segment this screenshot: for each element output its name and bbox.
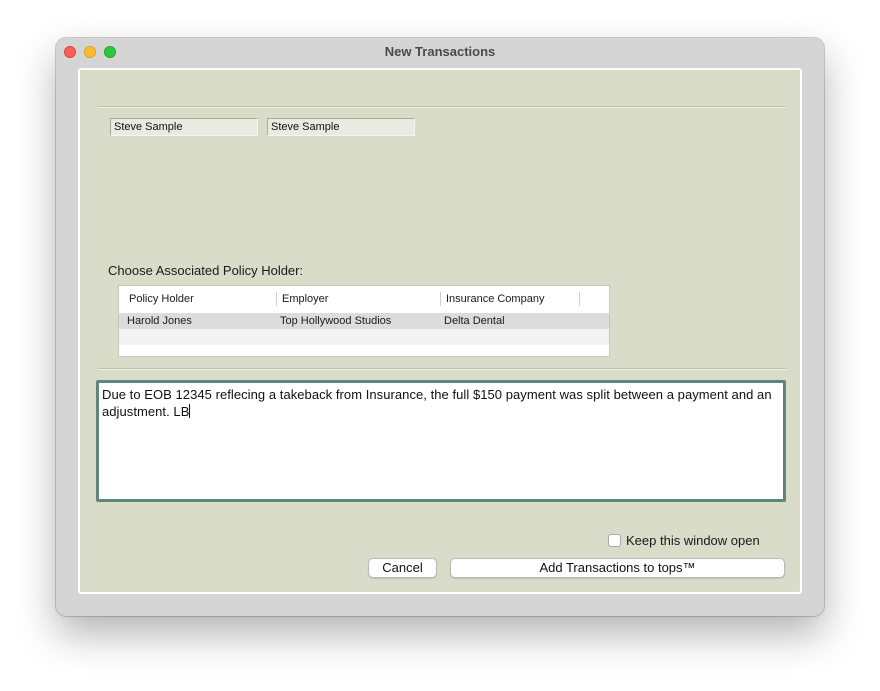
text-caret bbox=[189, 404, 191, 418]
column-divider bbox=[440, 292, 441, 306]
new-transactions-window: New Transactions Steve Sample Steve Samp… bbox=[56, 38, 824, 616]
table-row-empty bbox=[119, 329, 609, 345]
notes-textarea[interactable]: Due to EOB 12345 reflecing a takeback fr… bbox=[96, 380, 786, 502]
table-header: Policy Holder Employer Insurance Company bbox=[119, 286, 609, 312]
separator-top bbox=[98, 106, 786, 108]
column-header-employer[interactable]: Employer bbox=[282, 293, 328, 305]
column-divider bbox=[276, 292, 277, 306]
notes-text: Due to EOB 12345 reflecing a takeback fr… bbox=[102, 387, 772, 419]
keep-open-checkbox[interactable] bbox=[608, 534, 621, 547]
cell-insurance-company: Delta Dental bbox=[444, 315, 505, 327]
name-field-2[interactable]: Steve Sample bbox=[267, 118, 415, 136]
column-divider bbox=[579, 292, 580, 306]
policy-holder-label: Choose Associated Policy Holder: bbox=[108, 263, 304, 278]
policy-holder-table[interactable]: Policy Holder Employer Insurance Company… bbox=[118, 285, 610, 357]
add-transactions-button[interactable]: Add Transactions to tops™ bbox=[450, 558, 785, 578]
column-header-policy-holder[interactable]: Policy Holder bbox=[129, 293, 194, 305]
content-panel: Steve Sample Steve Sample Choose Associa… bbox=[78, 68, 802, 594]
column-header-insurance-company[interactable]: Insurance Company bbox=[446, 293, 544, 305]
cancel-button[interactable]: Cancel bbox=[368, 558, 437, 578]
table-row[interactable]: Harold Jones Top Hollywood Studios Delta… bbox=[119, 313, 609, 329]
name-field-1[interactable]: Steve Sample bbox=[110, 118, 258, 136]
title-bar[interactable]: New Transactions bbox=[56, 38, 824, 66]
cell-policy-holder: Harold Jones bbox=[127, 315, 192, 327]
keep-open-label[interactable]: Keep this window open bbox=[626, 533, 760, 548]
window-title: New Transactions bbox=[384, 44, 496, 59]
separator-middle bbox=[98, 368, 786, 370]
cell-employer: Top Hollywood Studios bbox=[280, 315, 392, 327]
